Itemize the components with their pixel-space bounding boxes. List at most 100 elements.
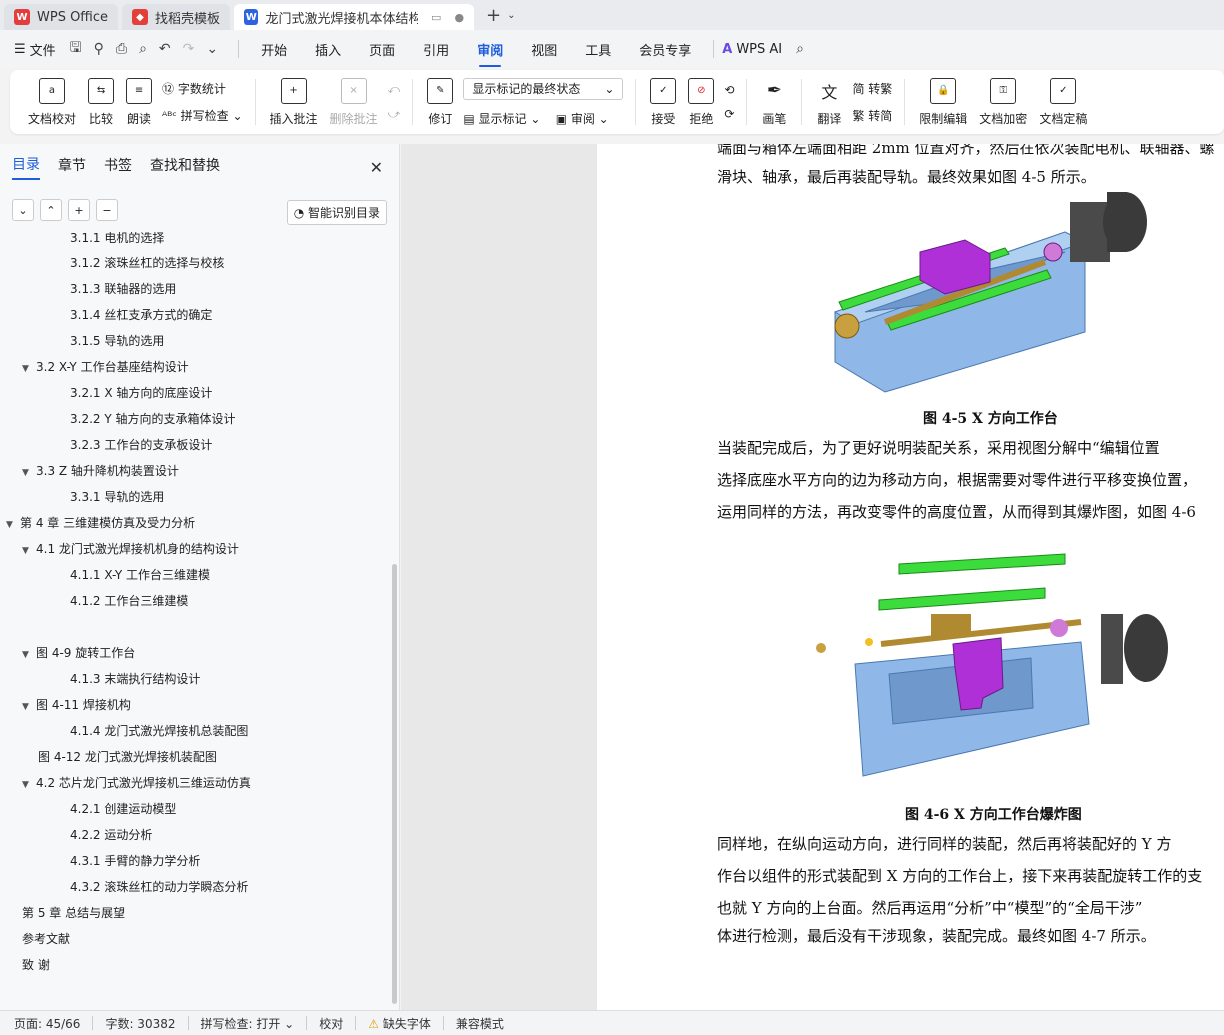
read-aloud-button[interactable]: ≡ 朗读	[126, 77, 153, 127]
tab-document[interactable]: W 龙门式激光焊接机本体结构与 ▭ ●	[234, 4, 475, 30]
toc-item[interactable]: ▼ 第 4 章 三维建模仿真及受力分析	[0, 510, 390, 536]
unsaved-dot-icon[interactable]: ●	[454, 11, 464, 24]
toc-item[interactable]: 4.3.2 滚珠丝杠的动力学瞬态分析	[0, 874, 390, 900]
toc-item[interactable]: 4.1.4 龙门式激光焊接机总装配图	[0, 718, 390, 744]
toc-item[interactable]: 4.1.1 X-Y 工作台三维建模	[0, 562, 390, 588]
insert-comment-button[interactable]: + 插入批注	[270, 77, 318, 127]
toc-item[interactable]: 参考文献	[0, 926, 390, 952]
delete-comment-button[interactable]: × 删除批注	[330, 77, 378, 127]
toc-item[interactable]: ▼ 图 4-11 焊接机构	[0, 692, 390, 718]
tab-home[interactable]: 开始	[261, 34, 287, 65]
tab-wps-office[interactable]: W WPS Office	[4, 4, 119, 30]
document-page[interactable]: 端面与箱体左端面相距 2mm 位置对齐，然后在依次装配电机、联轴器、螺 滑块、轴…	[597, 144, 1224, 1010]
toc-item[interactable]: 3.1.3 联轴器的选用	[0, 276, 390, 302]
toc-item[interactable]: 3.3.1 导轨的选用	[0, 484, 390, 510]
tab-references[interactable]: 引用	[423, 34, 449, 65]
restrict-edit-button[interactable]: 🔒 限制编辑	[919, 77, 967, 127]
translate-button[interactable]: 文 翻译	[816, 78, 842, 127]
tab-bookmarks[interactable]: 书签	[104, 155, 132, 179]
expand-arrow-icon[interactable]: ▼	[22, 694, 36, 718]
file-menu[interactable]: ☰ 文件	[14, 40, 56, 59]
toc-item[interactable]: 3.2.3 工作台的支承板设计	[0, 432, 390, 458]
review-pane-button[interactable]: ▣ 审阅 ⌄	[556, 112, 609, 126]
print-preview-icon[interactable]: ⌕	[139, 41, 147, 57]
markup-select[interactable]: 显示标记的最终状态 ⌄	[463, 77, 624, 100]
show-markup-button[interactable]: ▤ 显示标记 ⌄	[463, 112, 540, 126]
tab-insert[interactable]: 插入	[315, 34, 341, 65]
expand-arrow-icon[interactable]: ▼	[22, 642, 36, 666]
toc-item[interactable]: 3.2.2 Y 轴方向的支承箱体设计	[0, 406, 390, 432]
toc-item[interactable]: 3.2.1 X 轴方向的底座设计	[0, 380, 390, 406]
pen-button[interactable]: ✒ 画笔	[761, 78, 787, 127]
monitor-icon[interactable]: ▭	[431, 11, 441, 24]
toc-item[interactable]: 第 5 章 总结与展望	[0, 900, 390, 926]
tab-review[interactable]: 审阅	[477, 34, 503, 67]
expand-arrow-icon[interactable]: ▼	[6, 512, 20, 536]
document-area[interactable]: 端面与箱体左端面相距 2mm 位置对齐，然后在依次装配电机、联轴器、螺 滑块、轴…	[401, 144, 1224, 1010]
add-icon[interactable]: +	[68, 199, 90, 221]
expand-arrow-icon[interactable]: ▼	[22, 460, 36, 484]
prev-comment-icon[interactable]: ⤺	[388, 82, 401, 97]
tab-template[interactable]: ◆ 找稻壳模板	[122, 4, 231, 30]
save-icon[interactable]: 🖫	[70, 37, 82, 61]
toc-item[interactable]: 4.2.2 运动分析	[0, 822, 390, 848]
next-comment-icon[interactable]: ⤻	[388, 107, 401, 122]
share-icon[interactable]: ⚲	[94, 41, 104, 57]
to-simplified-button[interactable]: 繁 转简	[852, 107, 892, 124]
expand-arrow-icon[interactable]: ▼	[22, 538, 36, 562]
toc-item[interactable]: 3.1.1 电机的选择	[0, 232, 390, 250]
tab-view[interactable]: 视图	[531, 34, 557, 65]
spell-check-button[interactable]: ᴬᴮᶜ 拼写检查 ⌄	[162, 107, 243, 124]
toc-item[interactable]: 4.1.3 末端执行结构设计	[0, 666, 390, 692]
next-change-icon[interactable]: ⟳	[724, 107, 734, 121]
chevron-up-icon[interactable]: ⌃	[40, 199, 62, 221]
toc-item[interactable]: 4.2.1 创建运动模型	[0, 796, 390, 822]
toc-item[interactable]: 3.1.5 导轨的选用	[0, 328, 390, 354]
toc-item[interactable]	[0, 614, 390, 640]
toc-item[interactable]: ▼ 4.1 龙门式激光焊接机机身的结构设计	[0, 536, 390, 562]
toc-item[interactable]: ▼ 图 4-9 旋转工作台	[0, 640, 390, 666]
search-icon[interactable]: ⌕	[796, 41, 804, 57]
to-traditional-button[interactable]: 简 转繁	[852, 80, 892, 97]
revise-button[interactable]: ✎ 修订	[427, 77, 454, 127]
compare-button[interactable]: ⇆ 比较	[88, 77, 115, 127]
toc-item[interactable]: 3.1.2 滚珠丝杠的选择与校核	[0, 250, 390, 276]
missing-font-status[interactable]: ⚠ 缺失字体	[368, 1015, 431, 1032]
tab-find-replace[interactable]: 查找和替换	[150, 155, 220, 179]
expand-arrow-icon[interactable]: ▼	[22, 356, 36, 380]
toc-item[interactable]: ▼ 4.2 芯片龙门式激光焊接机三维运动仿真	[0, 770, 390, 796]
tab-page[interactable]: 页面	[369, 34, 395, 65]
new-tab-icon[interactable]: +	[486, 5, 501, 26]
undo-icon[interactable]: ↶	[159, 41, 171, 57]
toc-item[interactable]: 4.1.2 工作台三维建模	[0, 588, 390, 614]
tab-chapters[interactable]: 章节	[58, 155, 86, 179]
toc-scrollbar[interactable]	[392, 564, 397, 1004]
word-count-status[interactable]: 字数: 30382	[105, 1015, 175, 1032]
redo-icon[interactable]: ↷	[183, 41, 195, 57]
tab-toc[interactable]: 目录	[12, 154, 40, 180]
smart-toc-button[interactable]: ◔ 智能识别目录	[286, 200, 387, 225]
prev-change-icon[interactable]: ⟲	[724, 83, 734, 97]
toc-item[interactable]: 4.3.1 手臂的静力学分析	[0, 848, 390, 874]
reject-button[interactable]: ⊘ 拒绝	[688, 77, 715, 127]
word-count-button[interactable]: ⑫ 字数统计	[162, 80, 243, 97]
finalize-button[interactable]: ✓ 文档定稿	[1039, 77, 1087, 127]
tab-tools[interactable]: 工具	[585, 34, 611, 65]
toc-item[interactable]: ▼ 3.3 Z 轴升降机构装置设计	[0, 458, 390, 484]
tab-member[interactable]: 会员专享	[639, 34, 691, 65]
encrypt-button[interactable]: ⚿ 文档加密	[979, 77, 1027, 127]
minus-icon[interactable]: −	[96, 199, 118, 221]
chevron-down-icon[interactable]: ⌄	[507, 10, 515, 21]
toc-item[interactable]: ▼ 3.2 X-Y 工作台基座结构设计	[0, 354, 390, 380]
toc-item[interactable]: 图 4-12 龙门式激光焊接机装配图	[0, 744, 390, 770]
doc-check-button[interactable]: a 文档校对	[28, 77, 76, 127]
print-icon[interactable]: ⎙	[116, 41, 127, 57]
expand-arrow-icon[interactable]: ▼	[22, 772, 36, 796]
proof-status[interactable]: 校对	[319, 1015, 343, 1032]
wps-ai-button[interactable]: A WPS AI	[722, 42, 782, 57]
spell-check-status[interactable]: 拼写检查: 打开 ⌄	[201, 1015, 295, 1032]
toc-item[interactable]: 致 谢	[0, 952, 390, 978]
page-indicator[interactable]: 页面: 45/66	[14, 1015, 80, 1032]
chevron-down-icon[interactable]: ⌄	[12, 199, 34, 221]
accept-button[interactable]: ✓ 接受	[650, 77, 677, 127]
